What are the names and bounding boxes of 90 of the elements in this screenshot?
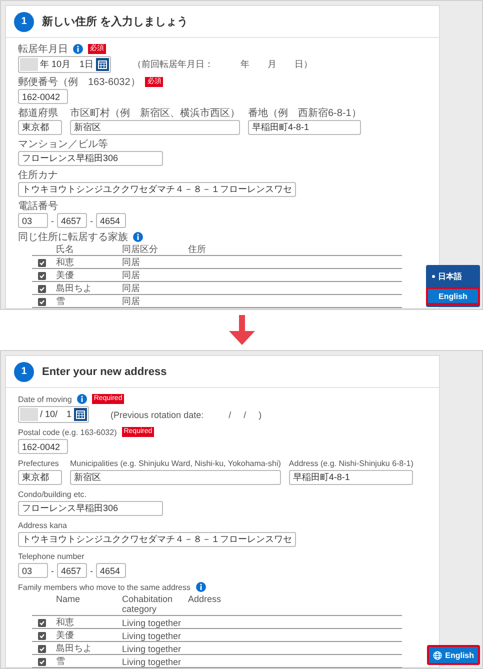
field-label: 転居年月日 [18, 43, 68, 56]
table-cell-text: 和恵 [56, 616, 75, 629]
info-icon[interactable] [73, 44, 83, 54]
step-number: 1 [14, 12, 34, 32]
table-cell-text: Living together [122, 644, 182, 654]
address-field[interactable]: 新宿区 [70, 120, 240, 135]
column-header: Cohabitation category [122, 594, 174, 614]
language-button[interactable]: English [427, 645, 480, 665]
table-cell-text: 島田ちよ [56, 642, 93, 655]
address-field[interactable]: 東京都 [18, 120, 62, 135]
table-cell-text: 同居 [122, 295, 141, 308]
checkbox[interactable] [38, 632, 46, 640]
calendar-icon[interactable] [96, 58, 109, 71]
field-label: Prefectures [18, 458, 59, 468]
globe-icon [433, 650, 442, 660]
table-cell-text: 雪 [56, 295, 66, 308]
table-cell-text: 美優 [56, 629, 75, 642]
table-cell-text: Living together [122, 630, 182, 640]
step-number: 1 [14, 362, 34, 382]
table-cell-text: Living together [122, 656, 182, 666]
field-label: 住所カナ [18, 168, 58, 182]
date-field[interactable]: 年 10月 1日 [18, 56, 111, 73]
column-header: 氏名 [56, 244, 75, 254]
field-label: Address kana [18, 520, 67, 530]
info-icon[interactable] [76, 394, 87, 404]
info-icon[interactable] [133, 232, 143, 242]
separator-text: - [51, 566, 54, 576]
section-title: Enter your new address [42, 366, 167, 378]
previous-date-text: （前回転居年月日： 年 月 日） [132, 58, 313, 71]
address-field[interactable]: 早稲田町4-8-1 [248, 120, 362, 135]
field-label: マンション／ビル等 [18, 138, 108, 151]
field-label: 番地（例 西新宿6-8-1） [248, 106, 362, 120]
field-label: 市区町村（例 新宿区、横浜市西区） [70, 106, 240, 120]
building-field[interactable]: フローレンス早稲田306 [18, 151, 163, 166]
separator-text: - [90, 216, 93, 226]
field-label: Postal code (e.g. 163-6032) [18, 428, 117, 436]
field-label: 都道府県 [18, 106, 58, 120]
checkbox[interactable] [38, 658, 46, 666]
column-header: Address [188, 594, 222, 606]
postal-code-field[interactable]: 162-0042 [18, 89, 68, 104]
column-header: 同居区分 [122, 244, 159, 254]
address-field[interactable]: 東京都 [18, 470, 62, 485]
checkbox[interactable] [38, 618, 46, 626]
table-cell-text: 同居 [122, 256, 141, 269]
separator-text: - [51, 216, 54, 226]
table-cell-text: 雪 [56, 655, 66, 668]
down-arrow-icon [228, 315, 254, 345]
table-cell-text: Living together [122, 618, 182, 628]
table-cell-text: 同居 [122, 269, 141, 282]
field-label: Family members who move to the same address [18, 582, 191, 592]
column-header: 住所 [188, 244, 207, 254]
table-cell-text: 島田ちよ [56, 282, 93, 295]
address-field[interactable]: 早稲田町4-8-1 [288, 470, 414, 485]
checkbox[interactable] [38, 284, 46, 292]
calendar-icon[interactable] [74, 408, 87, 421]
checkbox[interactable] [38, 644, 46, 652]
section-title: 新しい住所 を入力しましょう [42, 14, 188, 29]
separator-text: - [90, 566, 93, 576]
field-label: Condo/building etc. [18, 490, 86, 498]
table-cell-text: 美優 [56, 269, 75, 282]
previous-date-text: (Previous rotation date: / / ) [110, 410, 262, 420]
field-label: Address (e.g. Nishi-Shinjuku 6-8-1) [288, 458, 414, 468]
table-cell-text: 和恵 [56, 256, 75, 269]
column-header: Name [56, 594, 82, 606]
language-option[interactable]: 日本語 [426, 267, 480, 285]
bullet-icon [432, 274, 435, 278]
phone-field[interactable]: 4657 [57, 213, 87, 228]
phone-field[interactable]: 03 [18, 213, 48, 228]
table-cell-text: 同居 [122, 282, 141, 295]
phone-field[interactable]: 4654 [96, 563, 126, 578]
postal-code-field[interactable]: 162-0042 [18, 439, 68, 454]
field-label: 郵便番号（例 163-6032） [18, 76, 140, 89]
field-label: 同じ住所に転居する家族 [18, 230, 128, 244]
field-label: Date of moving [18, 394, 72, 404]
field-label: Municipalities (e.g. Shinjuku Ward, Nishi-ku, Yokohama-shi) [70, 458, 281, 468]
date-field[interactable]: / 10/ 1 [18, 406, 89, 423]
phone-field[interactable]: 4657 [57, 563, 87, 578]
language-option[interactable]: English [426, 287, 480, 305]
building-field[interactable]: フローレンス早稲田306 [18, 501, 163, 516]
kana-field[interactable]: トウキヨウトシンジユククワセダマチ４－８－１フローレンスワセ [18, 182, 296, 197]
phone-field[interactable]: 4654 [96, 213, 126, 228]
phone-field[interactable]: 03 [18, 563, 48, 578]
field-label: Telephone number [18, 552, 84, 560]
checkbox[interactable] [38, 258, 46, 266]
kana-field[interactable]: トウキヨウトシンジユククワセダマチ４－８－１フローレンスワセ [18, 532, 296, 547]
checkbox[interactable] [38, 272, 46, 280]
address-field[interactable]: 新宿区 [70, 470, 281, 485]
info-icon[interactable] [196, 582, 206, 592]
field-label: 電話番号 [18, 200, 58, 213]
checkbox[interactable] [38, 298, 46, 306]
